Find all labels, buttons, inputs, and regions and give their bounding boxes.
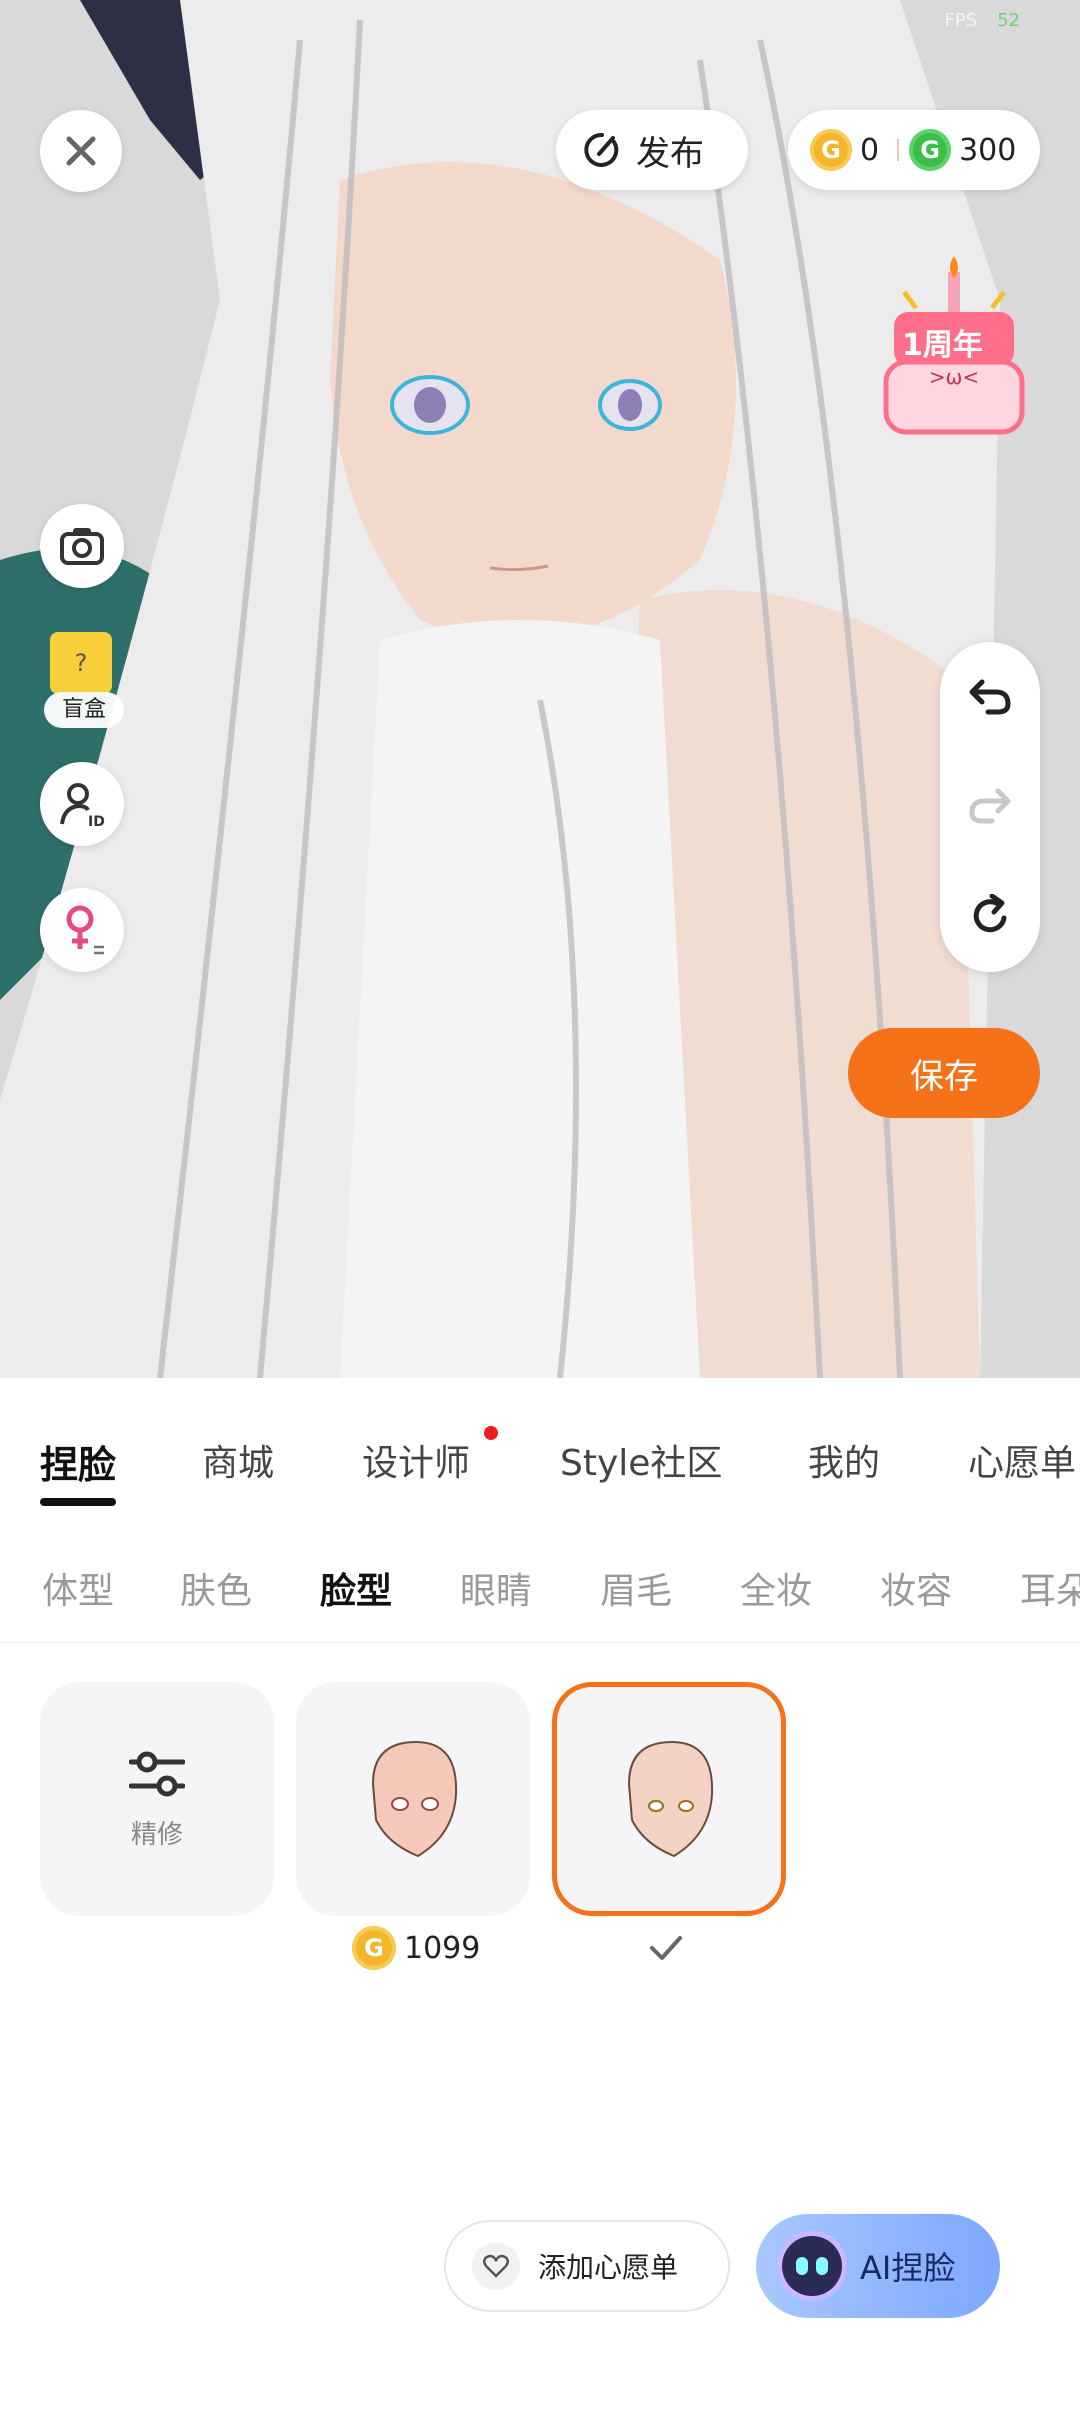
tab-wishlist[interactable]: 心愿单 (968, 1434, 1076, 1486)
publish-label: 发布 (636, 133, 704, 174)
redo-icon[interactable] (968, 785, 1012, 825)
designer-notification-dot (484, 1426, 498, 1440)
heart-icon (472, 2242, 520, 2290)
publish-button[interactable]: 发布 (556, 110, 748, 190)
gold-coin-value: 0 (860, 132, 880, 168)
currency-balance[interactable]: G 0 G 300 (788, 110, 1040, 190)
refine-label: 精修 (130, 1819, 183, 1850)
edit-history-panel (940, 642, 1040, 972)
anniversary-badge[interactable]: >ω< 1周年 (876, 252, 1032, 442)
green-coin-value: 300 (959, 132, 1017, 168)
tab-face-sculpt[interactable]: 捏脸 (40, 1434, 116, 1489)
anniversary-label: 1周年 (902, 328, 983, 363)
blind-box-label: 盲盒 (44, 692, 124, 728)
price-value: 1099 (404, 1930, 481, 1966)
add-to-wishlist-button[interactable]: 添加心愿单 (444, 2220, 730, 2312)
ai-robot-icon (782, 2236, 842, 2296)
gender-switch-button[interactable] (40, 888, 124, 972)
tab-store[interactable]: 商城 (202, 1434, 274, 1486)
face-shape-item[interactable] (296, 1682, 530, 1916)
subtab-makeup[interactable]: 妆容 (880, 1562, 952, 1614)
fps-counter: FPS 52 (944, 10, 1020, 31)
svg-text:>ω<: >ω< (929, 365, 979, 389)
user-id-icon: ID (60, 783, 105, 828)
close-icon (66, 136, 96, 166)
avatar-render (0, 0, 1080, 1378)
face-shape-item-selected[interactable] (552, 1682, 786, 1916)
camera-button[interactable] (40, 504, 124, 588)
ai-face-label: AI捏脸 (860, 2249, 956, 2287)
refine-item[interactable]: 精修 (40, 1682, 274, 1916)
subtab-full-makeup[interactable]: 全妆 (740, 1562, 812, 1614)
undo-icon[interactable] (968, 676, 1012, 716)
subtab-skin-color[interactable]: 肤色 (180, 1562, 252, 1614)
subtab-body-shape[interactable]: 体型 (42, 1562, 114, 1614)
face-preview-image (627, 1740, 714, 1858)
reset-icon[interactable] (968, 893, 1012, 938)
subtab-eyes[interactable]: 眼睛 (460, 1562, 532, 1614)
currency-divider (897, 139, 900, 161)
blind-box-icon: ? (74, 649, 88, 677)
main-tab-bar: 捏脸 商城 设计师 Style社区 我的 心愿单 (0, 1378, 1080, 1525)
subtab-face-shape[interactable]: 脸型 (320, 1562, 392, 1614)
avatar-preview[interactable]: FPS 52 发布 G 0 G 300 >ω< 1周年 ? 盲盒 ID 保存 (0, 0, 1080, 1378)
gold-coin-icon: G (810, 129, 852, 171)
avatar-id-button[interactable]: ID (40, 762, 124, 846)
active-tab-indicator (40, 1498, 116, 1506)
publish-icon (584, 132, 619, 167)
close-button[interactable] (40, 110, 122, 192)
sub-tab-bar: 体型 肤色 脸型 眼睛 眉毛 全妆 妆容 耳朵 (0, 1524, 1080, 1643)
svg-text:ID: ID (88, 814, 105, 828)
check-icon (650, 1936, 682, 1960)
gold-coin-icon: G (352, 1926, 396, 1970)
tab-style-community[interactable]: Style社区 (560, 1434, 722, 1486)
camera-icon (60, 528, 104, 565)
female-icon (66, 905, 104, 955)
sliders-icon (129, 1751, 185, 1796)
save-button[interactable]: 保存 (848, 1028, 1040, 1118)
ai-face-button[interactable]: AI捏脸 (756, 2214, 1000, 2318)
blind-box-button[interactable]: ? (50, 632, 112, 694)
subtab-ears[interactable]: 耳朵 (1020, 1562, 1080, 1614)
subtab-eyebrows[interactable]: 眉毛 (600, 1562, 672, 1614)
face-shape-price: G 1099 (352, 1926, 480, 1970)
green-coin-icon: G (909, 129, 952, 171)
face-preview-image (371, 1740, 458, 1858)
wishlist-label: 添加心愿单 (538, 2251, 679, 2284)
tab-designer[interactable]: 设计师 (362, 1434, 470, 1486)
tab-mine[interactable]: 我的 (808, 1434, 880, 1486)
